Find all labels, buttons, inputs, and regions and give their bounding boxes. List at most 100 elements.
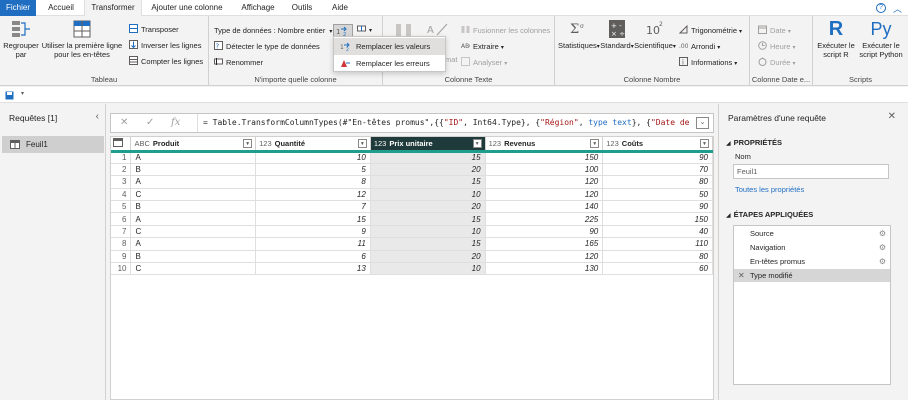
query-item-feuil1[interactable]: Feuil1	[2, 136, 104, 153]
row-number[interactable]: 6	[111, 212, 132, 226]
delete-step-icon[interactable]: ✕	[738, 269, 745, 282]
chevron-down-icon[interactable]: ▼	[590, 139, 600, 148]
expand-formula-icon[interactable]: ⌄	[696, 117, 709, 129]
cell-value[interactable]: 5	[255, 163, 371, 177]
row-number[interactable]: 9	[111, 250, 132, 264]
cell-value[interactable]: 11	[255, 237, 371, 251]
row-number[interactable]: 4	[111, 188, 132, 202]
cell-value[interactable]: 110	[602, 237, 713, 251]
column-header-couts[interactable]: 123 Coûts ▼	[602, 137, 713, 153]
cell-value[interactable]: 9	[255, 225, 371, 239]
inverser-lignes-button[interactable]: Inverser les lignes	[129, 40, 201, 51]
cell-value[interactable]: 130	[485, 262, 604, 276]
cancel-icon[interactable]: ✕	[120, 117, 128, 128]
cell-produit[interactable]: A	[130, 237, 257, 251]
cell-value[interactable]: 140	[485, 200, 604, 214]
cell-produit[interactable]: A	[130, 212, 257, 226]
column-header-quantite[interactable]: 123 Quantité ▼	[255, 137, 371, 153]
detecter-type-button[interactable]: ? Détecter le type de données	[214, 41, 320, 52]
compter-lignes-button[interactable]: Compter les lignes	[129, 56, 203, 67]
date-button[interactable]: Date ▾	[758, 25, 791, 36]
cell-prix-unitaire[interactable]: 20	[370, 200, 486, 214]
save-icon[interactable]	[5, 91, 14, 100]
step-navigation[interactable]: Navigation ⚙	[734, 241, 890, 254]
cell-value[interactable]: 8	[255, 175, 371, 189]
chevron-left-icon[interactable]: ‹	[96, 111, 99, 122]
informations-button[interactable]: i Informations ▾	[679, 57, 737, 68]
chevron-down-icon[interactable]: ▾	[21, 90, 24, 97]
gear-icon[interactable]: ⚙	[879, 241, 886, 254]
duree-button[interactable]: Durée ▾	[758, 57, 795, 68]
cell-prix-unitaire[interactable]: 10	[370, 225, 486, 239]
cell-value[interactable]: 90	[485, 225, 604, 239]
column-header-produit[interactable]: ABC Produit ▼	[130, 137, 257, 153]
arrondi-button[interactable]: .00 Arrondi ▾	[679, 41, 720, 52]
cell-value[interactable]: 165	[485, 237, 604, 251]
cell-value[interactable]: 150	[485, 151, 604, 164]
regrouper-par-button[interactable]: Regrouper par	[2, 19, 40, 59]
cell-value[interactable]: 80	[602, 175, 713, 189]
tab-transformer[interactable]: Transformer	[84, 0, 142, 17]
cell-prix-unitaire[interactable]: 20	[370, 250, 486, 264]
step-source[interactable]: Source ⚙	[734, 227, 890, 240]
extraire-button[interactable]: ABCExtraire▾	[461, 41, 504, 52]
check-icon[interactable]: ✓	[146, 117, 154, 128]
transposer-button[interactable]: Transposer	[129, 24, 179, 35]
cell-value[interactable]: 150	[602, 212, 713, 226]
step-en-tetes-promus[interactable]: En-têtes promus ⚙	[734, 255, 890, 268]
cell-prix-unitaire[interactable]: 20	[370, 163, 486, 177]
cell-value[interactable]: 100	[485, 163, 604, 177]
cell-produit[interactable]: B	[130, 250, 257, 264]
formula-input[interactable]: = Table.TransformColumnTypes(#"En-têtes …	[197, 114, 691, 132]
cell-value[interactable]: 15	[255, 212, 371, 226]
proprietes-section[interactable]: ◢ PROPRIÉTÉS	[726, 138, 782, 147]
fx-icon[interactable]: fx	[171, 117, 180, 128]
executer-script-r-button[interactable]: R Exécuter le script R	[816, 19, 856, 59]
cell-produit[interactable]: C	[130, 188, 257, 202]
chevron-down-icon[interactable]: ▼	[700, 139, 709, 148]
etapes-section[interactable]: ◢ ÉTAPES APPLIQUÉES	[726, 210, 813, 219]
cell-value[interactable]: 120	[485, 188, 604, 202]
toutes-proprietes-link[interactable]: Toutes les propriétés	[735, 185, 804, 194]
cell-prix-unitaire[interactable]: 15	[370, 151, 486, 164]
cell-produit[interactable]: A	[130, 151, 257, 164]
close-icon[interactable]: ✕	[888, 111, 896, 122]
cell-produit[interactable]: B	[130, 200, 257, 214]
row-number[interactable]: 3	[111, 175, 132, 189]
nom-input[interactable]: Feuil1	[733, 164, 889, 179]
cell-prix-unitaire[interactable]: 10	[370, 188, 486, 202]
table-menu-header[interactable]	[111, 137, 132, 153]
cell-produit[interactable]: C	[130, 225, 257, 239]
row-number[interactable]: 2	[111, 163, 132, 177]
cell-value[interactable]: 7	[255, 200, 371, 214]
cell-value[interactable]: 90	[602, 151, 713, 164]
cell-prix-unitaire[interactable]: 15	[370, 212, 486, 226]
analyser-button[interactable]: Analyser ▾	[461, 57, 507, 68]
renommer-button[interactable]: Renommer	[214, 57, 263, 68]
fill-button[interactable]: ▾	[357, 24, 372, 35]
cell-value[interactable]: 90	[602, 200, 713, 214]
row-number[interactable]: 10	[111, 262, 132, 276]
cell-produit[interactable]: C	[130, 262, 257, 276]
utiliser-premiere-ligne-button[interactable]: Utiliser la première ligne pour les en-t…	[40, 19, 124, 59]
cell-value[interactable]: 40	[602, 225, 713, 239]
cell-value[interactable]: 80	[602, 250, 713, 264]
cell-value[interactable]: 120	[485, 250, 604, 264]
cell-value[interactable]: 60	[602, 262, 713, 276]
column-header-revenus[interactable]: 123 Revenus ▼	[485, 137, 604, 153]
cell-value[interactable]: 225	[485, 212, 604, 226]
tab-ajouter-colonne[interactable]: Ajouter une colonne	[145, 0, 229, 16]
help-icon[interactable]: ?	[876, 3, 886, 13]
type-donnees-dropdown[interactable]: Type de données : Nombre entier ▾	[214, 25, 332, 36]
cell-value[interactable]: 13	[255, 262, 371, 276]
cell-prix-unitaire[interactable]: 15	[370, 237, 486, 251]
cell-produit[interactable]: A	[130, 175, 257, 189]
tab-accueil[interactable]: Accueil	[40, 0, 82, 16]
cell-value[interactable]: 120	[485, 175, 604, 189]
tab-fichier[interactable]: Fichier	[0, 0, 36, 16]
heure-button[interactable]: Heure ▾	[758, 41, 795, 52]
row-number[interactable]: 8	[111, 237, 132, 251]
menu-item-remplacer-erreurs[interactable]: Remplacer les erreurs	[334, 55, 445, 72]
gear-icon[interactable]: ⚙	[879, 227, 886, 240]
cell-prix-unitaire[interactable]: 10	[370, 262, 486, 276]
